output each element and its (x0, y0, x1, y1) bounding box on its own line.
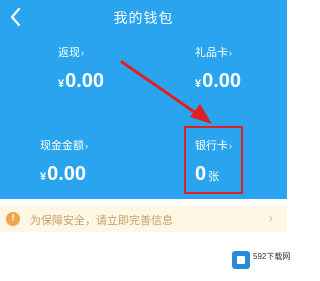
rebate-amount: ¥0.00 (58, 70, 104, 93)
security-notice-bar[interactable]: ! 为保障安全，请立即完善信息 › (0, 206, 287, 232)
giftcard-currency: ¥ (195, 78, 202, 90)
page-title: 我的钱包 (113, 10, 174, 26)
cash-cell[interactable]: 现金金额› ¥0.00 (40, 137, 88, 186)
wallet-header: 我的钱包 返现› ¥0.00 礼品卡› ¥0.00 现金金额› ¥0.00 银行… (0, 0, 287, 199)
watermark: 592下载网 (231, 248, 290, 272)
rebate-value: 0.00 (65, 70, 105, 92)
rebate-cell[interactable]: 返现› ¥0.00 (58, 44, 104, 93)
info-icon: ! (6, 212, 20, 226)
giftcard-amount: ¥0.00 (195, 70, 241, 93)
cash-amount: ¥0.00 (40, 163, 88, 186)
chevron-right-icon: › (85, 141, 88, 151)
chevron-right-icon: › (269, 211, 273, 225)
chevron-right-icon: › (229, 48, 232, 58)
cash-currency: ¥ (40, 171, 47, 183)
cash-value: 0.00 (47, 163, 87, 185)
giftcard-value: 0.00 (202, 70, 242, 92)
rebate-currency: ¥ (58, 78, 65, 90)
chevron-right-icon: › (81, 48, 84, 58)
notice-text: 为保障安全，请立即完善信息 (30, 215, 173, 227)
giftcard-label: 礼品卡 (195, 47, 228, 59)
site-logo-icon (232, 251, 250, 269)
giftcard-label-row: 礼品卡› (195, 44, 241, 60)
watermark-text: 592下载网 (253, 252, 291, 261)
annotation-highlight-box (184, 126, 243, 194)
cash-label-row: 现金金额› (40, 137, 88, 153)
giftcard-cell[interactable]: 礼品卡› ¥0.00 (195, 44, 241, 93)
rebate-label: 返现 (58, 47, 80, 59)
rebate-label-row: 返现› (58, 44, 104, 60)
cash-label: 现金金额 (40, 140, 84, 152)
